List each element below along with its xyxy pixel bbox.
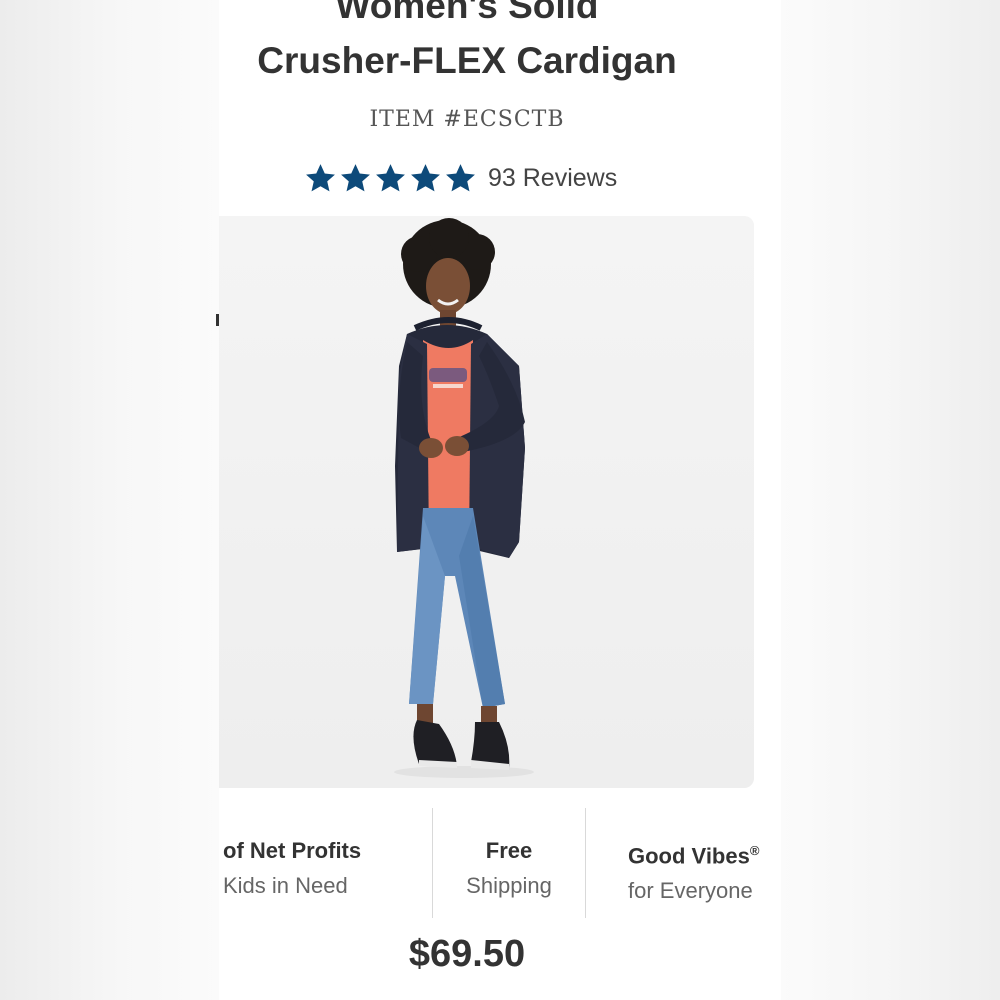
item-number: ITEM #ECSCTB bbox=[369, 107, 565, 132]
perk-net-profits-line2: Kids in Need bbox=[223, 873, 348, 898]
perk-good-vibes-text: Good Vibes bbox=[628, 843, 750, 869]
perk-free-shipping: Free Shipping bbox=[444, 833, 574, 903]
perk-net-profits: of Net Profits Kids in Need bbox=[223, 833, 423, 903]
perk-free-shipping-line1: Free bbox=[485, 838, 533, 863]
product-image[interactable] bbox=[219, 216, 754, 788]
star-icon bbox=[374, 162, 407, 195]
reviews-link[interactable]: 93 Reviews bbox=[488, 164, 617, 193]
product-price: $69.50 bbox=[408, 933, 526, 975]
registered-mark: ® bbox=[749, 843, 760, 858]
product-title-line-1: Women's Solid bbox=[335, 0, 599, 26]
product-title-line-2: Crusher-FLEX Cardigan bbox=[257, 40, 677, 81]
model-illustration bbox=[219, 216, 754, 788]
perk-good-vibes: Good Vibes® for Everyone bbox=[628, 833, 778, 908]
star-icon bbox=[409, 162, 442, 195]
product-page: Women's Solid Crusher-FLEX Cardigan ITEM… bbox=[219, 0, 781, 1000]
star-icon bbox=[444, 162, 477, 195]
perk-divider bbox=[585, 808, 586, 918]
star-icon bbox=[339, 162, 372, 195]
perks-bar: of Net Profits Kids in Need Free Shippin… bbox=[219, 808, 781, 918]
product-rating[interactable]: 93 Reviews bbox=[304, 160, 617, 196]
perk-divider bbox=[432, 808, 433, 918]
perk-good-vibes-line1: Good Vibes® bbox=[628, 833, 778, 873]
perk-free-shipping-line2: Shipping bbox=[466, 873, 552, 898]
perk-net-profits-line1: of Net Profits bbox=[223, 838, 362, 863]
rating-stars bbox=[304, 162, 479, 195]
perk-good-vibes-line2: for Everyone bbox=[628, 878, 753, 904]
star-icon bbox=[304, 162, 337, 195]
product-title: Women's Solid Crusher-FLEX Cardigan bbox=[219, 0, 715, 88]
